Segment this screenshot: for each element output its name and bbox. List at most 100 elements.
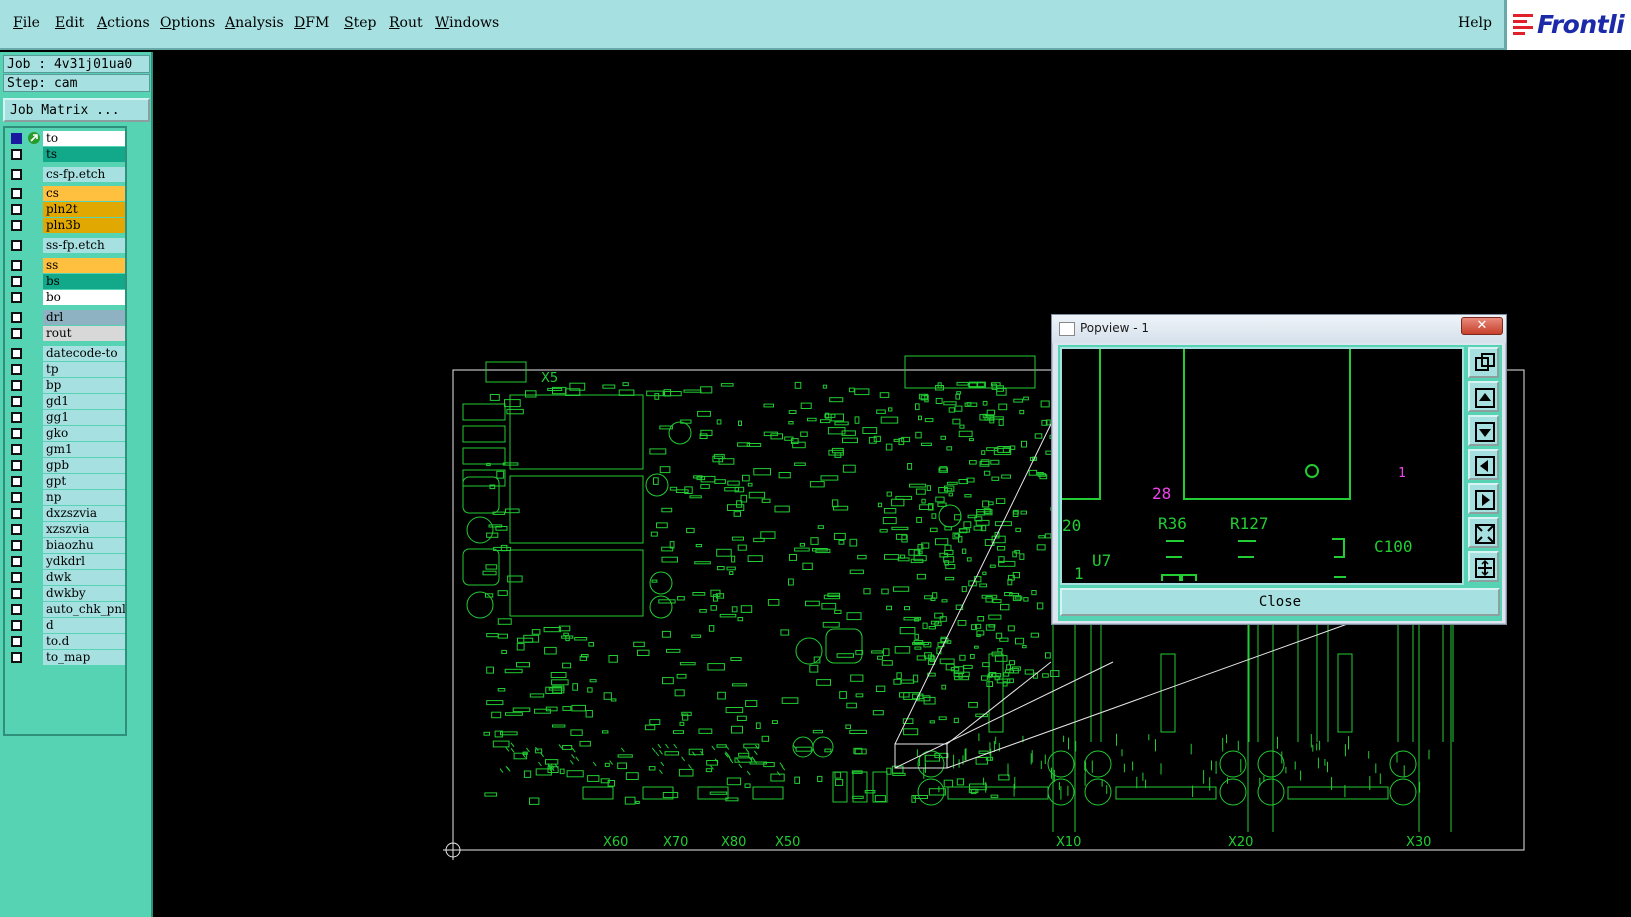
layer-checkbox[interactable] xyxy=(11,508,22,519)
layer-checkbox[interactable] xyxy=(11,348,22,359)
menu-rout[interactable]: Rout xyxy=(389,15,423,31)
layer-row-to_map[interactable]: to_map xyxy=(7,650,125,665)
zoom-fit-button[interactable] xyxy=(1468,347,1499,378)
layer-checkbox[interactable] xyxy=(11,460,22,471)
layer-checkbox[interactable] xyxy=(11,444,22,455)
layer-checkbox[interactable] xyxy=(11,328,22,339)
layer-row-ydkdrl[interactable]: ydkdrl xyxy=(7,554,125,569)
menu-edit[interactable]: Edit xyxy=(55,15,84,31)
popview-toolbar xyxy=(1467,347,1500,585)
layer-row-bp[interactable]: bp xyxy=(7,378,125,393)
pan-right-button[interactable] xyxy=(1468,483,1499,514)
layer-row-to[interactable]: to xyxy=(7,131,125,146)
layer-checkbox[interactable] xyxy=(11,636,22,647)
layer-row-pln3b[interactable]: pln3b xyxy=(7,218,125,233)
layer-row-rout[interactable]: rout xyxy=(7,326,125,341)
layer-row-gpb[interactable]: gpb xyxy=(7,458,125,473)
zoom-out-button[interactable] xyxy=(1468,517,1499,548)
layer-row-gko[interactable]: gko xyxy=(7,426,125,441)
layer-row-ss[interactable]: ss xyxy=(7,258,125,273)
layer-row-gm1[interactable]: gm1 xyxy=(7,442,125,457)
popview-close-icon[interactable]: ✕ xyxy=(1461,317,1503,335)
layer-row-cs-fp.etch[interactable]: cs-fp.etch xyxy=(7,167,125,182)
layer-name: ts xyxy=(43,147,125,162)
layer-name: cs-fp.etch xyxy=(43,167,125,182)
job-matrix-button[interactable]: Job Matrix ... xyxy=(3,98,150,122)
popview-close-button[interactable]: Close xyxy=(1060,588,1500,616)
menu-options[interactable]: Options xyxy=(160,15,215,31)
layer-checkbox[interactable] xyxy=(11,364,22,375)
menu-dfm[interactable]: DFM xyxy=(294,15,329,31)
layer-row-tp[interactable]: tp xyxy=(7,362,125,377)
layer-checkbox[interactable] xyxy=(11,524,22,535)
layer-row-biaozhu[interactable]: biaozhu xyxy=(7,538,125,553)
layer-checkbox[interactable] xyxy=(11,620,22,631)
layer-checkbox[interactable] xyxy=(11,572,22,583)
layer-checkbox[interactable] xyxy=(11,276,22,287)
layer-checkbox[interactable] xyxy=(11,652,22,663)
pan-left-button[interactable] xyxy=(1468,449,1499,480)
pan-down-button[interactable] xyxy=(1468,415,1499,446)
layer-row-datecode-to[interactable]: datecode-to xyxy=(7,346,125,361)
layer-checkbox[interactable] xyxy=(11,492,22,503)
layer-checkbox[interactable] xyxy=(11,312,22,323)
layer-checkbox[interactable] xyxy=(11,380,22,391)
zoom-out-icon xyxy=(1475,524,1495,544)
layer-row-auto_chk_pnl[interactable]: auto_chk_pnl xyxy=(7,602,125,617)
layer-row-bo[interactable]: bo xyxy=(7,290,125,305)
layer-checkbox[interactable] xyxy=(11,556,22,567)
layer-row-gpt[interactable]: gpt xyxy=(7,474,125,489)
layer-name: dwk xyxy=(43,570,125,585)
layer-checkbox[interactable] xyxy=(11,220,22,231)
layer-checkbox[interactable] xyxy=(11,428,22,439)
popview-titlebar[interactable]: Popview - 1 ✕ xyxy=(1052,315,1506,343)
layer-checkbox[interactable] xyxy=(11,149,22,160)
layer-row-pln2t[interactable]: pln2t xyxy=(7,202,125,217)
layer-checkbox[interactable] xyxy=(11,604,22,615)
label-x80: X80 xyxy=(721,835,746,850)
label-x30: X30 xyxy=(1406,835,1431,850)
layer-row-cs[interactable]: cs xyxy=(7,186,125,201)
layer-row-xzszvia[interactable]: xzszvia xyxy=(7,522,125,537)
layer-row-ss-fp.etch[interactable]: ss-fp.etch xyxy=(7,238,125,253)
layer-name: gd1 xyxy=(43,394,125,409)
zoom-in-button[interactable] xyxy=(1468,551,1499,582)
popview-window[interactable]: Popview - 1 ✕ 20 R36 R127 U7 C100 1 28 1… xyxy=(1051,314,1507,625)
layer-checkbox[interactable] xyxy=(11,292,22,303)
menu-step[interactable]: Step xyxy=(344,15,376,31)
layer-row-gg1[interactable]: gg1 xyxy=(7,410,125,425)
layer-row-dwkby[interactable]: dwkby xyxy=(7,586,125,601)
layer-checkbox[interactable] xyxy=(11,240,22,251)
layer-row-drl[interactable]: drl xyxy=(7,310,125,325)
layer-name: rout xyxy=(43,326,125,341)
layer-row-np[interactable]: np xyxy=(7,490,125,505)
layer-checkbox[interactable] xyxy=(11,188,22,199)
pan-up-button[interactable] xyxy=(1468,381,1499,412)
layer-checkbox[interactable] xyxy=(11,412,22,423)
layer-row-to.d[interactable]: to.d xyxy=(7,634,125,649)
menu-file[interactable]: File xyxy=(13,15,40,31)
layer-checkbox[interactable] xyxy=(11,540,22,551)
layer-checkbox[interactable] xyxy=(11,260,22,271)
menu-actions[interactable]: Actions xyxy=(97,15,150,31)
layer-row-dxzszvia[interactable]: dxzszvia xyxy=(7,506,125,521)
layer-row-d[interactable]: d xyxy=(7,618,125,633)
layer-checkbox[interactable] xyxy=(11,169,22,180)
menu-analysis-mnemonic: A xyxy=(225,15,236,31)
layer-checkbox[interactable] xyxy=(11,588,22,599)
menu-help[interactable]: Help xyxy=(1458,15,1492,31)
layer-row-bs[interactable]: bs xyxy=(7,274,125,289)
layer-name: bo xyxy=(43,290,125,305)
layer-row-ts[interactable]: ts xyxy=(7,147,125,162)
popview-zoom-view[interactable]: 20 R36 R127 U7 C100 1 28 1 xyxy=(1060,347,1464,585)
layer-row-gd1[interactable]: gd1 xyxy=(7,394,125,409)
layer-checkbox[interactable] xyxy=(11,204,22,215)
layer-checkbox[interactable] xyxy=(11,476,22,487)
menu-edit-label: dit xyxy=(65,15,85,31)
menu-analysis[interactable]: Analysis xyxy=(225,15,284,31)
layer-checkbox[interactable] xyxy=(11,133,22,144)
layer-checkbox[interactable] xyxy=(11,396,22,407)
menu-windows[interactable]: Windows xyxy=(435,15,499,31)
layer-name: to xyxy=(43,131,125,146)
layer-row-dwk[interactable]: dwk xyxy=(7,570,125,585)
